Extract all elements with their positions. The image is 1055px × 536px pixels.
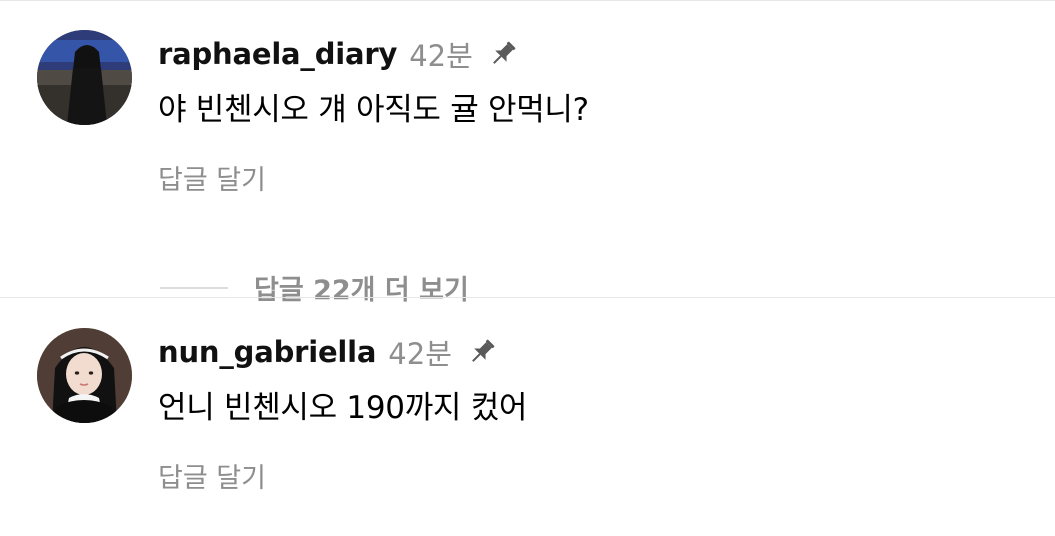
comment-text: 야 빈첸시오 걔 아직도 귤 안먹니? [158, 92, 589, 128]
comment-header: nun_gabriella 42분 [158, 330, 498, 374]
avatar[interactable] [37, 30, 132, 125]
pin-icon [487, 38, 519, 70]
reply-button[interactable]: 답글 달기 [158, 456, 266, 495]
reply-button[interactable]: 답글 달기 [158, 158, 266, 197]
view-replies-button[interactable]: 답글 22개 더 보기 [160, 268, 469, 307]
avatar[interactable] [37, 328, 132, 423]
username[interactable]: raphaela_diary [158, 37, 397, 71]
comment-text: 언니 빈첸시오 190까지 컸어 [158, 390, 528, 426]
nun-portrait-avatar-icon [37, 328, 132, 423]
top-border [0, 0, 1055, 1]
divider [0, 297, 1055, 298]
view-replies-label: 답글 22개 더 보기 [254, 275, 469, 306]
pin-icon [466, 336, 498, 368]
timestamp: 42분 [409, 39, 473, 73]
timestamp: 42분 [388, 337, 452, 371]
comment-header: raphaela_diary 42분 [158, 32, 519, 76]
nun-photo-avatar-icon [37, 30, 132, 125]
reply-thread-line [160, 286, 228, 289]
username[interactable]: nun_gabriella [158, 335, 376, 369]
